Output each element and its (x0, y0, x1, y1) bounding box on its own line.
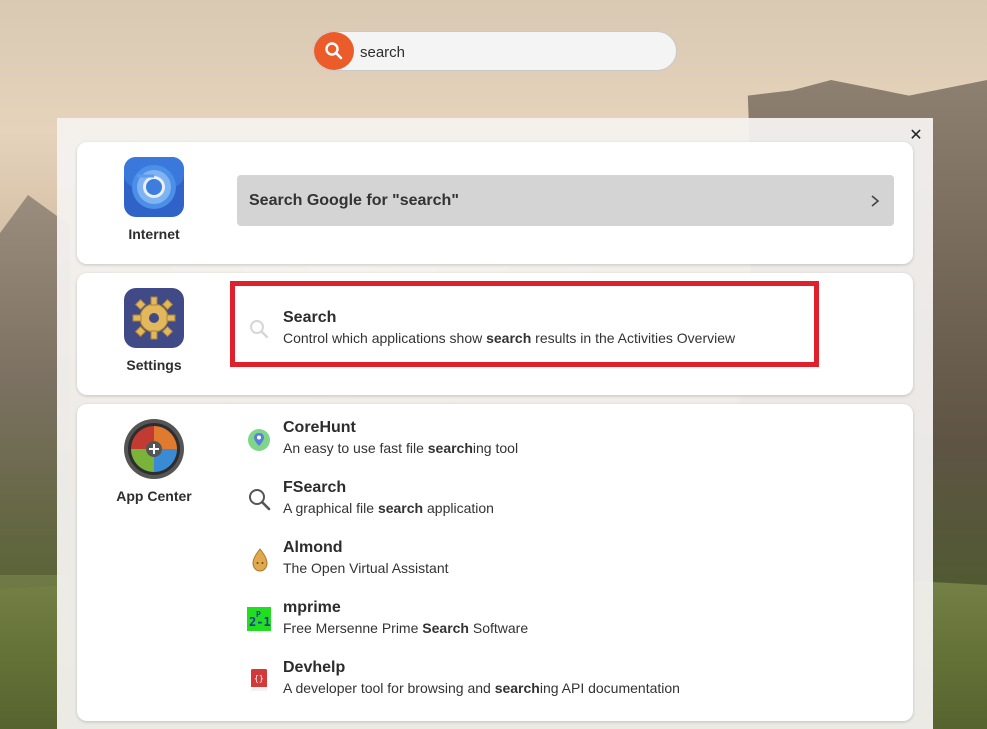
app-center-provider[interactable]: App Center (77, 418, 231, 504)
result-description: A graphical file search application (283, 500, 494, 516)
svg-text:P: P (256, 610, 261, 619)
app-result-corehunt[interactable]: CoreHunt An easy to use fast file search… (247, 419, 847, 469)
mprime-icon: 2-1 P (247, 607, 271, 631)
magnifier-icon (249, 489, 271, 511)
result-title: mprime (283, 599, 341, 616)
search-input[interactable] (360, 41, 660, 63)
app-result-devhelp[interactable]: {} Devhelp A developer tool for browsing… (247, 659, 847, 709)
search-icon[interactable] (314, 32, 354, 70)
search-icon (250, 320, 269, 339)
result-description: An easy to use fast file searching tool (283, 440, 519, 456)
result-title: FSearch (283, 479, 347, 496)
search-bar[interactable] (313, 31, 677, 71)
internet-provider[interactable]: Internet (77, 156, 231, 242)
book-icon: {} (251, 669, 267, 691)
result-title: CoreHunt (283, 419, 356, 436)
app-result-fsearch[interactable]: FSearch A graphical file search applicat… (247, 479, 847, 529)
settings-provider-card: Settings Search Control which applicatio… (77, 273, 913, 395)
app-result-almond[interactable]: Almond The Open Virtual Assistant (247, 539, 847, 589)
search-google-button[interactable]: Search Google for "search" (237, 175, 894, 226)
app-result-mprime[interactable]: 2-1 P mprime Free Mersenne Prime Search … (247, 599, 847, 649)
chevron-right-icon (871, 194, 880, 207)
chromium-icon (124, 157, 184, 217)
result-title: Devhelp (283, 659, 346, 676)
search-google-label: Search Google for "search" (249, 191, 459, 209)
result-title: Search (283, 309, 337, 326)
settings-search-result[interactable]: Search Control which applications show s… (247, 309, 847, 359)
svg-text:{}: {} (254, 674, 264, 683)
app-center-label: App Center (116, 488, 192, 504)
result-description: A developer tool for browsing and search… (283, 680, 680, 696)
result-description: The Open Virtual Assistant (283, 560, 449, 576)
internet-label: Internet (128, 226, 180, 242)
close-icon[interactable]: ✕ (906, 125, 926, 145)
gear-icon (124, 288, 184, 348)
settings-label: Settings (126, 357, 182, 373)
almond-icon (252, 548, 268, 572)
app-center-icon (124, 419, 184, 479)
result-description: Free Mersenne Prime Search Software (283, 620, 529, 636)
location-pin-icon (248, 429, 270, 451)
internet-provider-card: Internet Search Google for "search" (77, 142, 913, 264)
app-center-provider-card: App Center CoreHunt An easy to use fast … (77, 404, 913, 721)
result-title: Almond (283, 539, 343, 556)
result-description: Control which applications show search r… (283, 330, 736, 346)
settings-provider[interactable]: Settings (77, 287, 231, 373)
